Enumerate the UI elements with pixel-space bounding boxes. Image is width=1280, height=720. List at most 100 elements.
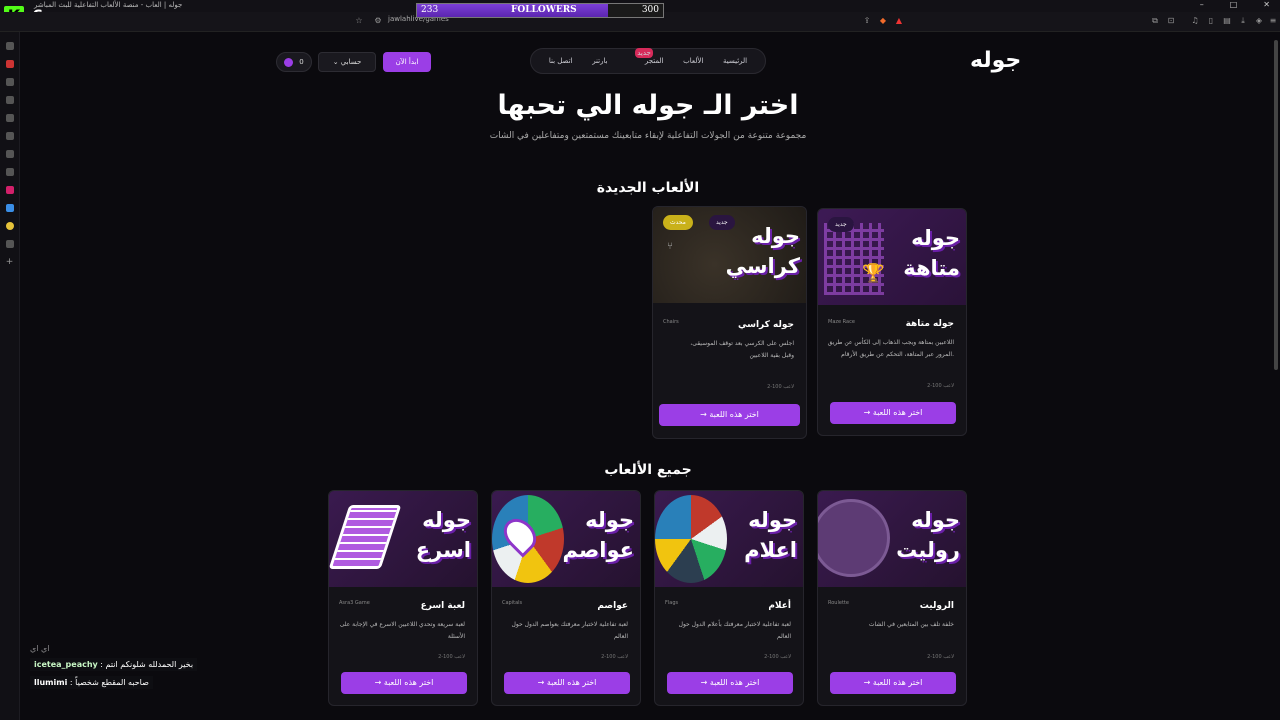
game-description: لعبة سريعة وتحدي اللاعبين الاسرع في الإج… [339,621,465,640]
nav-store[interactable]: المتجرجديد [627,48,664,65]
flags-globe-icon [655,495,727,583]
choose-game-button[interactable]: → اختر هذه اللعبة [341,672,467,694]
game-thumbnail: جوله اسرع [329,491,477,587]
thumb-title: جوله متاهة [903,226,960,280]
account-label: حسابي [340,58,362,66]
game-english-name: Capitals [502,600,523,606]
sidebar-app-icon[interactable] [5,78,14,86]
window-controls: – □ ✕ [1200,0,1270,9]
roulette-wheel-icon [818,499,890,577]
thumb-title: جوله اعلام [744,508,797,562]
account-button[interactable]: ⌄ حسابي [318,52,376,72]
bookmark-icon[interactable]: ☆ [354,16,364,26]
choose-game-button[interactable]: → اختر هذه اللعبة [830,672,956,694]
game-english-name: Flags [665,600,679,606]
sidebar-app-icon[interactable] [5,240,14,248]
all-games-heading: جميع الألعاب [604,462,692,478]
nav-contact[interactable]: اتصل بنا [549,57,573,65]
nav-games[interactable]: الألعاب [683,57,703,65]
sidebar-app-icon[interactable] [5,60,14,68]
game-title: لعبة اسرع [420,601,465,611]
game-title: الروليت [919,601,954,611]
followers-current: 233 [421,5,439,15]
keyboard-icon [329,505,402,569]
game-card-flags: جوله اعلام أعلام Flags لعبة تفاعلية لاختب… [654,490,804,706]
site-logo[interactable]: جوله [970,48,1021,73]
sidebar-app-icon[interactable] [5,222,14,230]
start-now-button[interactable]: ابدأ الآن [383,52,431,72]
choose-game-button[interactable]: → اختر هذه اللعبة [667,672,793,694]
chat-message: اي اي [30,644,270,653]
choose-game-button[interactable]: → اختر هذه اللعبة [659,404,800,426]
page-title: اختر الـ جوله الي تحبها [497,90,799,121]
game-players: 2-100 لاعب [767,384,794,390]
game-english-name: Roulette [828,600,849,606]
maze-icon [824,223,884,295]
vpn-icon[interactable]: ◈ [1254,16,1264,26]
nav-home[interactable]: الرئيسية [723,57,747,65]
chat-username: llumimi [34,678,68,687]
game-card-roulette: جوله روليت الروليت Roulette خلفة تلف بين … [817,490,967,706]
nav-new-badge: جديد [635,48,653,58]
chat-username: icetea_peachy [34,660,98,669]
media-icon[interactable]: ♫ [1190,16,1200,26]
game-title: جوله كراسي [738,320,794,330]
game-thumbnail: جوله روليت [818,491,966,587]
game-card-asra3: جوله اسرع لعبة اسرع Asra3 Game لعبة سريعة… [328,490,478,706]
game-title: عواصم [597,601,628,611]
game-card-chairs: ⑂ جوله كراسي جديد محدث جوله كراسي Chairs … [652,206,807,439]
coins-balance[interactable]: 0 [276,52,312,72]
stream-chat-overlay: اي اي icetea_peachy : بخير الحمدلله شلون… [30,644,270,694]
site-settings-icon[interactable]: ⚙ [373,16,383,26]
window-title: جوله | العاب - منصة الألعاب التفاعلية لل… [34,1,183,9]
tabs-icon[interactable]: ▤ [1222,16,1232,26]
sidebar-app-icon[interactable] [5,150,14,158]
game-english-name: Chairs [663,319,679,325]
chat-text: بخير الحمدلله شلونكم انتم [105,660,194,669]
minimize-button[interactable]: – [1200,0,1204,9]
sidebar-toggle-icon[interactable]: ▯ [1206,16,1216,26]
downloads-icon[interactable]: ⤓ [1238,16,1248,26]
chat-text: صاحبه المقطع شخصياً [75,678,149,687]
menu-icon[interactable]: ≡ [1268,16,1278,26]
choose-game-button[interactable]: → اختر هذه اللعبة [830,402,956,424]
game-description: خلفة تلف بين المتابعين في الشات [868,621,954,628]
chat-message: llumimi : صاحبه المقطع شخصياً [30,676,153,689]
nav-partner[interactable]: بارتنر [592,57,607,65]
game-thumbnail: جوله اعلام [655,491,803,587]
sidebar-panel-icon[interactable] [5,42,14,50]
new-badge: جديد [709,215,735,230]
share-icon[interactable]: ⇪ [862,16,872,26]
game-description: اللاعبين بمتاهة ويجب الذهاب إلى الكأس عن… [827,339,954,358]
game-title: جوله متاهة [905,319,954,329]
add-panel-icon[interactable]: + [6,258,14,267]
game-players: 2-100 لاعب [927,654,954,660]
followers-goal: 300 [641,5,659,15]
brave-shield-icon[interactable]: ◆ [878,16,888,26]
game-description: لعبة تفاعلية لاختبار معرفتك بأعلام الدول… [678,621,791,640]
arrow-right-icon: → [700,678,710,687]
sidebar-app-icon[interactable] [5,168,14,176]
followers-goal-bar: 233 FOLLOWERS 300 [416,3,664,18]
game-description: اجلس على الكرسي بعد توقف الموسيقى، وقبل … [690,340,794,359]
choose-game-button[interactable]: → اختر هذه اللعبة [504,672,630,694]
game-card-maze: 🏆 جوله متاهة جديد جوله متاهة Maze Race ال… [817,208,967,436]
new-games-heading: الألعاب الجديدة [596,180,700,196]
screenshot-icon[interactable]: ⊡ [1166,16,1176,26]
maximize-button[interactable]: □ [1230,0,1238,9]
chevron-down-icon: ⌄ [332,58,341,66]
arrow-right-icon: → [700,410,710,419]
chat-message: icetea_peachy : بخير الحمدلله شلونكم انت… [30,658,198,671]
trophy-icon: 🏆 [862,263,885,284]
thumb-title: جوله اسرع [415,508,471,562]
thumb-title: جوله كراسي [725,224,800,278]
game-players: 2-100 لاعب [601,654,628,660]
new-badge: جديد [828,217,854,232]
brave-rewards-icon[interactable]: ▲ [894,16,904,26]
arrow-right-icon: → [537,678,547,687]
close-window-button[interactable]: ✕ [1263,0,1270,9]
arrow-right-icon: → [374,678,384,687]
extensions-icon[interactable]: ⧉ [1150,16,1160,26]
sidebar-app-icon[interactable] [5,204,14,212]
coin-icon [284,57,294,67]
